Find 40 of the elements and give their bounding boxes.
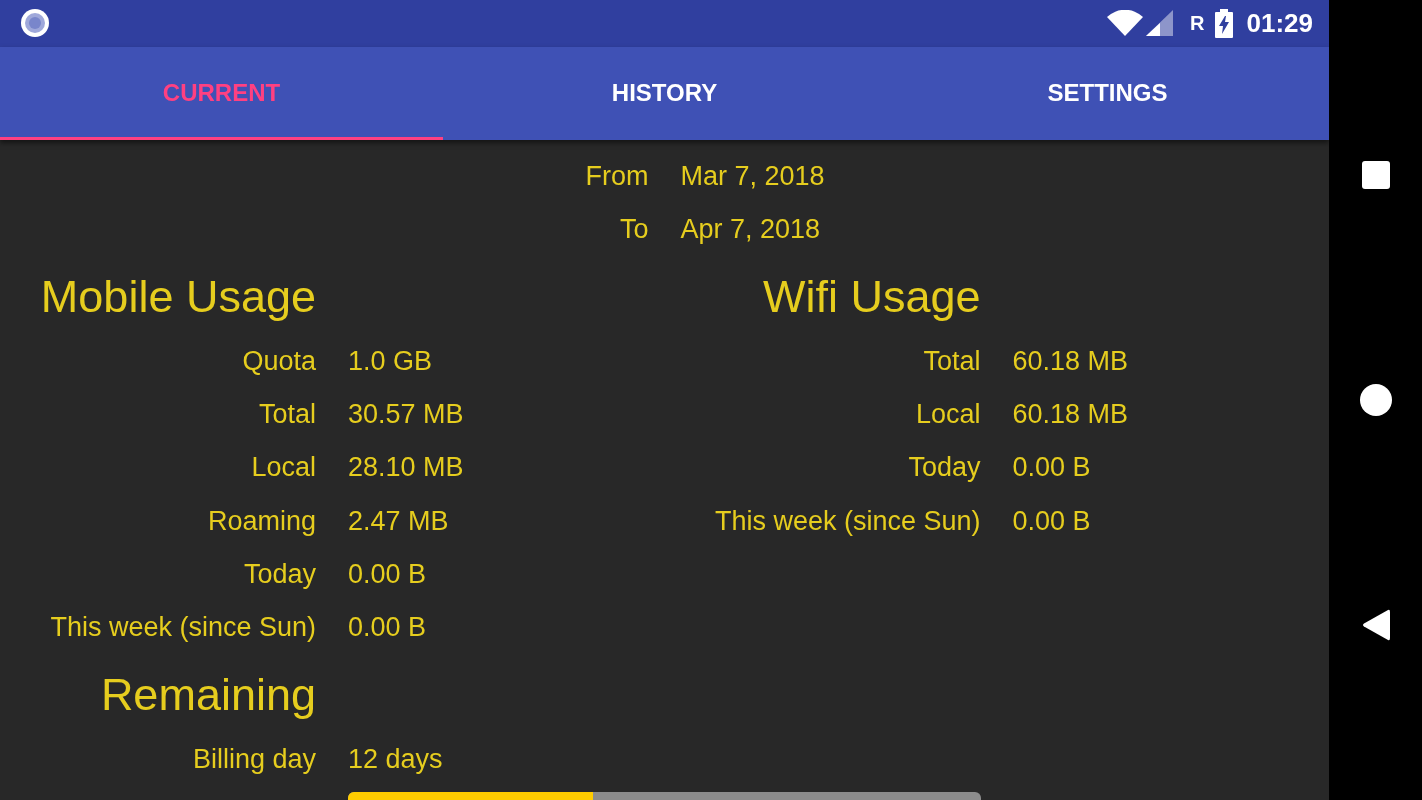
section-heading: Wifi Usage <box>762 274 981 320</box>
usage-value: 28.10 MB <box>348 451 464 485</box>
wifi-icon <box>1107 10 1144 37</box>
home-button[interactable] <box>1359 384 1392 416</box>
usage-label: Billing day <box>192 743 316 777</box>
cell-signal-icon <box>1146 10 1174 37</box>
date-value: Mar 7, 2018 <box>680 159 825 193</box>
usage-value: 60.18 MB <box>1012 345 1129 379</box>
roaming-indicator: R <box>1190 13 1205 34</box>
usage-value: 0.00 B <box>1012 451 1091 485</box>
date-value: Apr 7, 2018 <box>680 212 821 246</box>
section-heading: Remaining <box>100 672 316 718</box>
usage-label: Roaming <box>207 504 316 538</box>
usage-value: 2.47 MB <box>348 504 449 538</box>
usage-value: 30.57 MB <box>348 398 464 432</box>
app-notification-icon <box>21 9 49 38</box>
tab[interactable]: SETTINGS <box>886 46 1329 140</box>
battery-charging-icon <box>1214 8 1233 38</box>
usage-label: Total <box>923 345 981 379</box>
recents-button[interactable] <box>1361 161 1390 189</box>
usage-value: 1.0 GB <box>348 345 433 379</box>
usage-value: 0.00 B <box>348 610 427 644</box>
usage-value: 60.18 MB <box>1012 398 1129 432</box>
usage-value: 0.00 B <box>1012 504 1091 538</box>
usage-label: Today <box>908 451 981 485</box>
usage-label: Quota <box>242 345 316 379</box>
section-heading: Mobile Usage <box>40 274 316 320</box>
usage-label: Today <box>243 557 316 591</box>
usage-value: 0.00 B <box>348 557 427 591</box>
back-button[interactable] <box>1361 609 1390 641</box>
clock-time: 01:29 <box>1246 10 1313 37</box>
usage-label: This week (since Sun) <box>50 610 316 644</box>
date-label: From <box>585 159 649 193</box>
usage-label: Local <box>915 398 981 432</box>
usage-label: Local <box>251 451 316 485</box>
date-label: To <box>619 212 649 246</box>
usage-label: Total <box>258 398 316 432</box>
tab[interactable]: HISTORY <box>443 46 886 140</box>
usage-label: This week (since Sun) <box>714 504 981 538</box>
usage-value: 12 days <box>348 743 443 777</box>
